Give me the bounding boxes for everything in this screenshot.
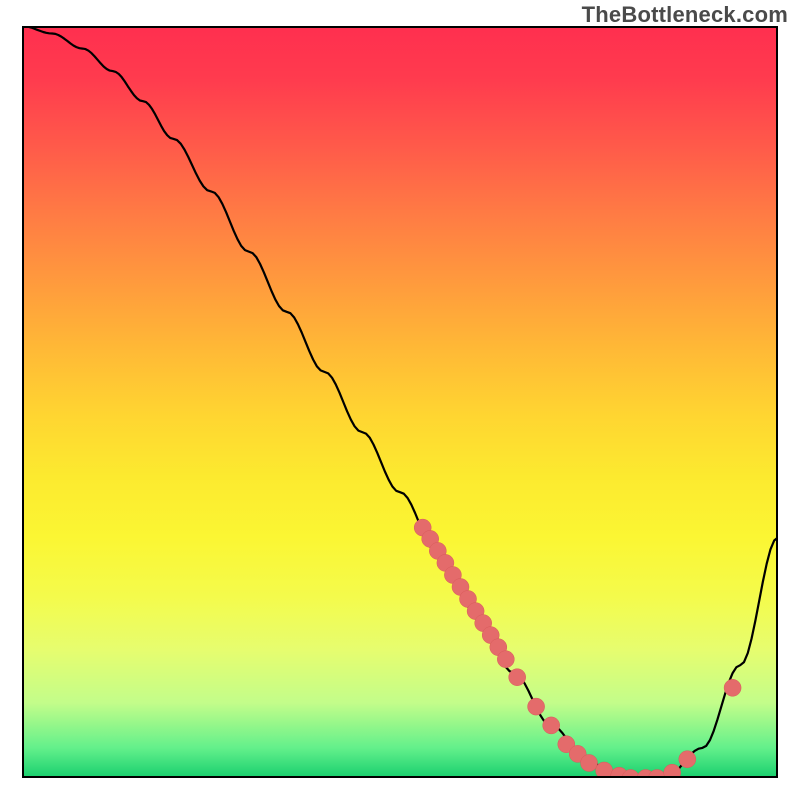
scatter-point [664, 764, 681, 778]
chart-svg [22, 26, 778, 778]
scatter-point [724, 679, 741, 696]
plot-area [22, 26, 778, 778]
scatter-point [543, 717, 560, 734]
scatter-point [581, 755, 598, 772]
scatter-point [649, 770, 666, 779]
bottleneck-curve [22, 26, 778, 778]
scatter-point [497, 651, 514, 668]
chart-container: TheBottleneck.com [0, 0, 800, 800]
watermark-text: TheBottleneck.com [582, 2, 788, 28]
scatter-point [596, 762, 613, 778]
scatter-point [509, 669, 526, 686]
scatter-group [414, 519, 741, 778]
scatter-point [528, 698, 545, 715]
scatter-point [679, 751, 696, 768]
